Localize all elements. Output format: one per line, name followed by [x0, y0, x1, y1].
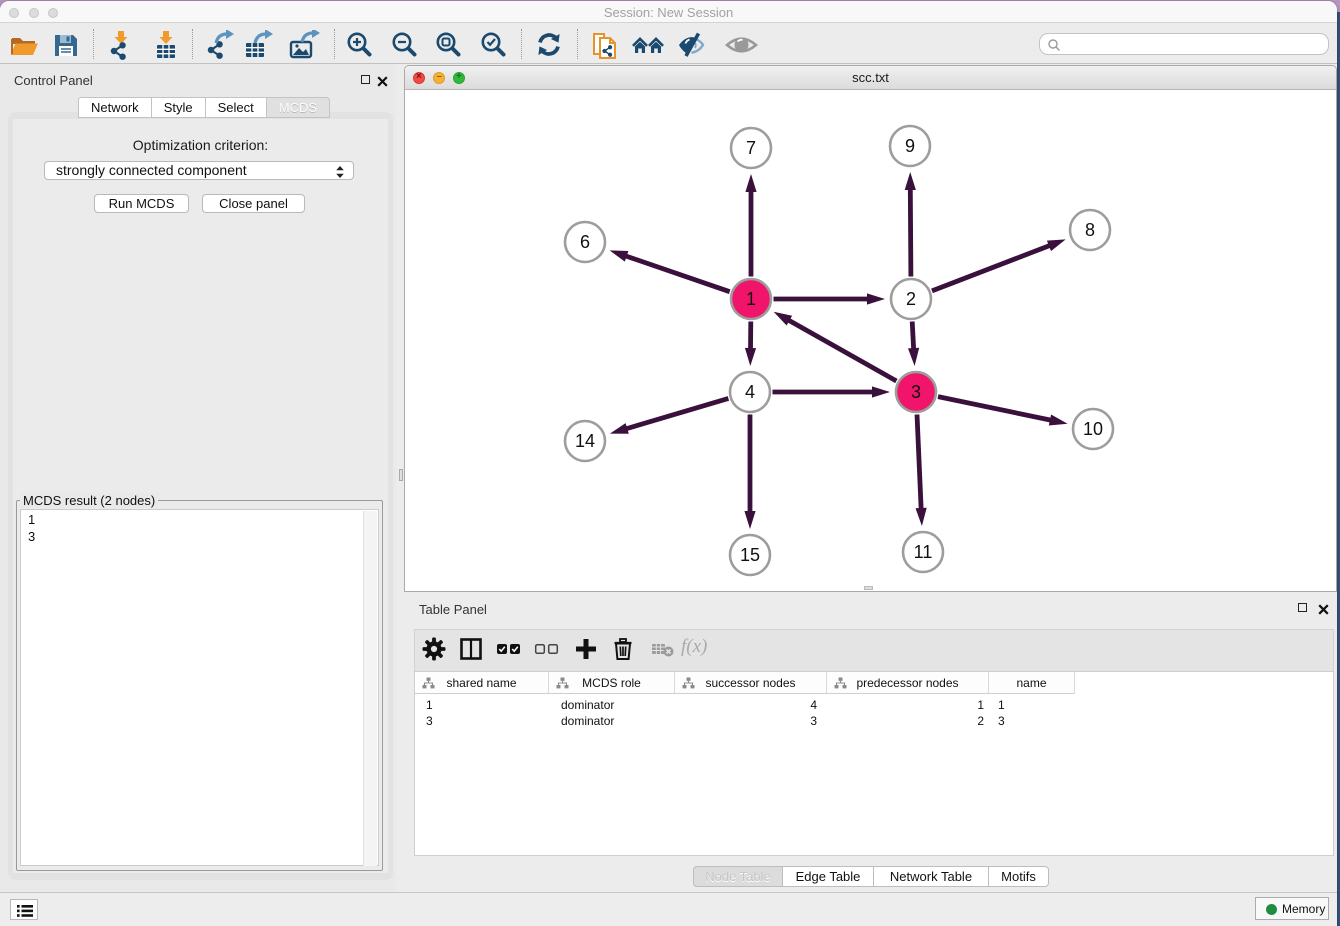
svg-text:8: 8 — [1085, 220, 1095, 240]
svg-text:9: 9 — [905, 136, 915, 156]
svg-text:1: 1 — [746, 289, 756, 309]
svg-text:6: 6 — [580, 232, 590, 252]
svg-text:15: 15 — [740, 545, 760, 565]
svg-text:3: 3 — [911, 382, 921, 402]
svg-text:10: 10 — [1083, 419, 1103, 439]
svg-text:2: 2 — [906, 289, 916, 309]
svg-text:14: 14 — [575, 431, 595, 451]
svg-text:4: 4 — [745, 382, 755, 402]
svg-text:11: 11 — [914, 542, 933, 562]
svg-text:7: 7 — [746, 138, 756, 158]
